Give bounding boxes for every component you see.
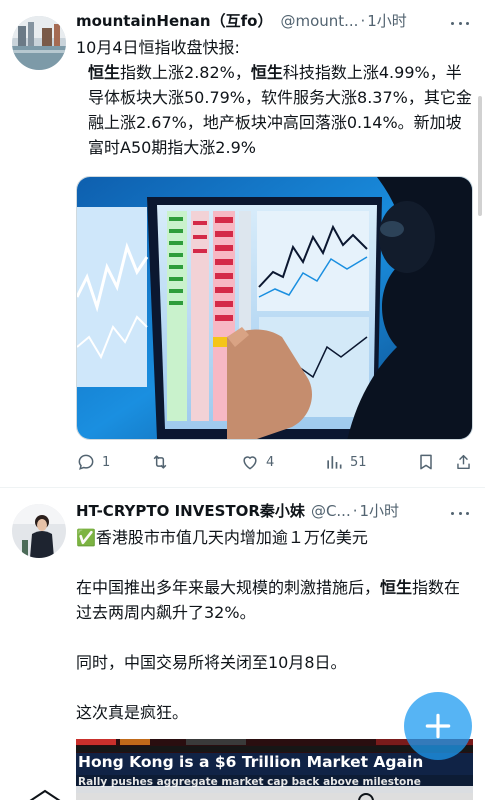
hashtag-keyword[interactable]: 恒生 <box>88 63 120 82</box>
bookmark-button[interactable] <box>416 452 454 472</box>
more-options-icon[interactable] <box>447 16 473 30</box>
views-icon <box>327 456 342 469</box>
tweet-text-line: 同时，中国交易所将关闭至10月8日。 <box>76 653 347 672</box>
bottom-navigation-bar <box>0 786 485 800</box>
stock-trading-screen-photo <box>77 177 472 439</box>
author-name[interactable]: HT-CRYPTO INVESTOR秦小妹 <box>76 500 305 521</box>
check-emoji-icon: ✅ <box>76 528 96 547</box>
tweet-text-line: 香港股市市值几天内增加逾１万亿美元 <box>95 528 368 547</box>
views-count: 51 <box>350 454 367 470</box>
avatar[interactable] <box>12 16 66 70</box>
tweet-image[interactable] <box>76 176 473 440</box>
share-button[interactable] <box>454 452 473 472</box>
retweet-button[interactable] <box>150 452 240 472</box>
timestamp[interactable]: 1小时 <box>360 500 400 521</box>
hashtag-keyword[interactable]: 恒生 <box>380 578 412 597</box>
hashtag-keyword[interactable]: 恒生 <box>251 63 283 82</box>
author-handle[interactable]: @C... <box>311 502 351 520</box>
author-handle[interactable]: @mount... <box>280 12 358 30</box>
more-options-icon[interactable] <box>447 506 473 520</box>
tweet-text-segment: 指数上涨2.82%， <box>120 63 251 82</box>
tweet-text-line: 10月4日恒指收盘快报: <box>76 38 240 57</box>
reply-icon <box>78 454 94 470</box>
separator-dot: · <box>352 502 358 520</box>
tweet-text: ✅香港股市市值几天内增加逾１万亿美元 在中国推出多年来最大规模的刺激措施后，恒生… <box>76 525 473 725</box>
reply-count: 1 <box>102 454 111 470</box>
heart-icon <box>243 456 257 470</box>
author-name[interactable]: mountainHenan（互fo） <box>76 10 272 31</box>
avatar-photo <box>12 504 66 558</box>
reply-button[interactable]: 1 <box>76 452 150 472</box>
scrollbar[interactable] <box>478 96 482 216</box>
tweet[interactable]: HT-CRYPTO INVESTOR秦小妹 @C... · 1小时 ✅香港股市市… <box>0 489 485 800</box>
like-count: 4 <box>266 454 275 470</box>
avatar[interactable] <box>12 504 66 558</box>
timestamp[interactable]: 1小时 <box>367 10 407 31</box>
views-button[interactable]: 51 <box>324 452 416 472</box>
retweet-icon <box>153 455 167 469</box>
tweet-text: 10月4日恒指收盘快报: 恒生指数上涨2.82%，恒生科技指数上涨4.99%，半… <box>76 35 473 160</box>
avatar-photo <box>12 16 66 70</box>
plus-icon <box>425 713 451 739</box>
tweet[interactable]: mountainHenan（互fo） @mount... · 1小时 10月4日… <box>0 0 485 488</box>
share-icon <box>457 454 470 470</box>
like-button[interactable]: 4 <box>240 452 324 472</box>
tweet-actions: 1 4 51 <box>76 450 473 474</box>
news-headline: Hong Kong is a $6 Trillion Market Again <box>78 753 424 771</box>
compose-button[interactable] <box>404 692 472 760</box>
separator-dot: · <box>360 12 366 30</box>
bottom-nav-icons <box>29 789 374 800</box>
bookmark-icon <box>420 454 432 470</box>
tweet-text-segment: 在中国推出多年来最大规模的刺激措施后， <box>76 578 381 597</box>
divider <box>0 487 485 488</box>
